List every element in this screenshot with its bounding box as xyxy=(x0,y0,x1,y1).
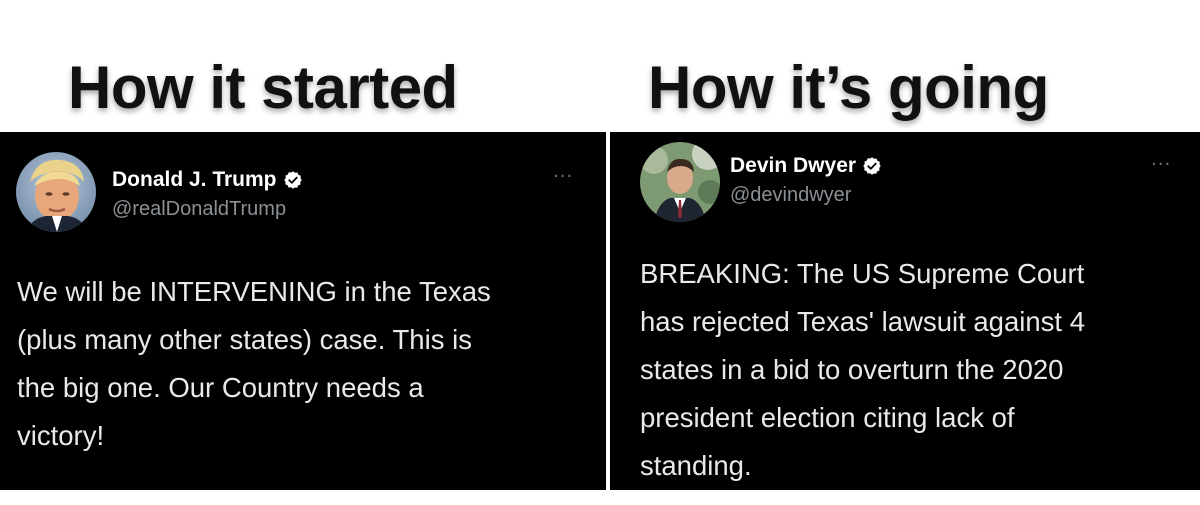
author-name-row: Donald J. Trump xyxy=(112,168,303,192)
tweet-text: We will be INTERVENING in the Texas (plu… xyxy=(17,276,491,451)
verified-badge-icon xyxy=(863,157,881,175)
author-handle[interactable]: @devindwyer xyxy=(730,184,851,207)
caption-how-its-going: How it’s going xyxy=(648,54,1049,121)
tweet-card-right: Devin Dwyer @devindwyer ··· BREAKING: Th… xyxy=(610,132,1200,490)
tweet-card-left: Donald J. Trump @realDonaldTrump ··· We … xyxy=(0,132,606,490)
avatar[interactable] xyxy=(16,152,96,232)
author-name-row: Devin Dwyer xyxy=(730,154,882,178)
verified-badge-icon xyxy=(283,171,302,189)
tweet-text: BREAKING: The US Supreme Court has rejec… xyxy=(640,258,1085,481)
author-name[interactable]: Donald J. Trump xyxy=(112,168,277,192)
avatar[interactable] xyxy=(640,142,720,222)
author-handle[interactable]: @realDonaldTrump xyxy=(112,198,286,221)
more-options-icon[interactable]: ··· xyxy=(1151,154,1171,175)
caption-how-it-started: How it started xyxy=(68,54,458,121)
more-options-icon[interactable]: ··· xyxy=(553,166,573,187)
author-name[interactable]: Devin Dwyer xyxy=(730,154,856,178)
